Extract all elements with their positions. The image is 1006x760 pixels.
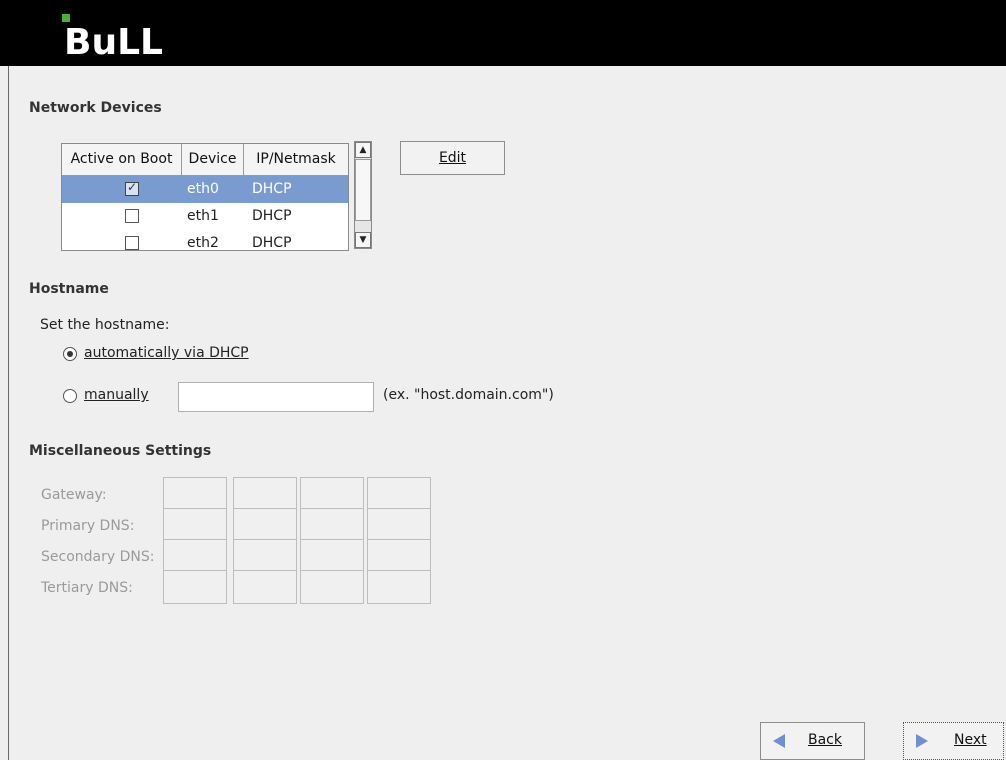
back-arrow-icon [773, 734, 785, 748]
table-header: Active on Boot Device IP/Netmask [62, 144, 348, 176]
hostname-input[interactable] [178, 382, 374, 412]
ip-cell: DHCP [252, 208, 292, 224]
hostname-auto-text: automatically via DHCP [84, 345, 249, 361]
scroll-up-arrow-icon[interactable]: ▲ [355, 142, 371, 158]
column-header-ip-netmask[interactable]: IP/Netmask [244, 144, 348, 175]
network-device-table[interactable]: Active on Boot Device IP/Netmask ✓ eth0 … [61, 143, 349, 251]
svg-text:BuLL: BuLL [64, 22, 163, 60]
table-row[interactable]: eth1 DHCP [62, 203, 348, 230]
scroll-down-arrow-icon[interactable]: ▼ [355, 232, 371, 248]
hostname-manual-label[interactable]: manually [84, 387, 149, 403]
active-checkbox[interactable] [125, 236, 139, 250]
hostname-manual-radio[interactable] [63, 389, 77, 403]
network-devices-title: Network Devices [29, 100, 162, 116]
gateway-octet-4[interactable] [367, 477, 431, 511]
secondary-dns-octet-4[interactable] [367, 539, 431, 573]
hostname-title: Hostname [29, 281, 109, 297]
bull-logo: BuLL [62, 14, 163, 60]
next-arrow-icon [916, 734, 928, 748]
ip-cell: DHCP [252, 181, 292, 197]
ip-cell: DHCP [252, 235, 292, 251]
gateway-label: Gateway: [41, 487, 107, 503]
checkmark-icon: ✓ [127, 180, 138, 194]
scroll-thumb[interactable] [355, 159, 371, 221]
table-row[interactable]: ✓ eth0 DHCP [62, 176, 348, 203]
table-scrollbar[interactable]: ▲ ▼ [354, 141, 372, 249]
gateway-octet-3[interactable] [300, 477, 364, 511]
misc-settings-title: Miscellaneous Settings [29, 443, 212, 459]
primary-dns-octet-2[interactable] [233, 508, 297, 542]
secondary-dns-octet-3[interactable] [300, 539, 364, 573]
table-row[interactable]: eth2 DHCP [62, 230, 348, 251]
gateway-octet-2[interactable] [233, 477, 297, 511]
active-checkbox[interactable]: ✓ [125, 180, 139, 196]
tertiary-dns-octet-2[interactable] [233, 570, 297, 604]
back-button[interactable]: Back [760, 722, 865, 760]
device-cell: eth2 [187, 235, 219, 251]
radio-selected-dot [67, 351, 73, 357]
column-header-device[interactable]: Device [182, 144, 244, 175]
column-header-active-on-boot[interactable]: Active on Boot [62, 144, 182, 175]
hostname-example: (ex. "host.domain.com") [383, 387, 554, 403]
back-label: Back [808, 732, 842, 748]
tertiary-dns-label: Tertiary DNS: [41, 580, 133, 596]
edit-label: Edit [438, 150, 467, 166]
secondary-dns-octet-2[interactable] [233, 539, 297, 573]
hostname-manual-text: manually [84, 387, 149, 403]
secondary-dns-octet-1[interactable] [163, 539, 227, 573]
device-cell: eth1 [187, 208, 219, 224]
primary-dns-octet-3[interactable] [300, 508, 364, 542]
header-bar: BuLL [0, 0, 1006, 66]
edit-button[interactable]: Edit [400, 141, 505, 175]
device-cell: eth0 [187, 181, 219, 197]
gateway-octet-1[interactable] [163, 477, 227, 511]
tertiary-dns-octet-3[interactable] [300, 570, 364, 604]
next-label: Next [954, 732, 987, 748]
hostname-auto-radio[interactable] [63, 347, 77, 361]
tertiary-dns-octet-1[interactable] [163, 570, 227, 604]
primary-dns-octet-1[interactable] [163, 508, 227, 542]
primary-dns-label: Primary DNS: [41, 518, 135, 534]
hostname-prompt: Set the hostname: [40, 317, 170, 333]
active-checkbox[interactable] [125, 209, 139, 223]
hostname-auto-label[interactable]: automatically via DHCP [84, 345, 249, 361]
next-button[interactable]: Next [903, 722, 1004, 760]
secondary-dns-label: Secondary DNS: [41, 549, 155, 565]
primary-dns-octet-4[interactable] [367, 508, 431, 542]
tertiary-dns-octet-4[interactable] [367, 570, 431, 604]
